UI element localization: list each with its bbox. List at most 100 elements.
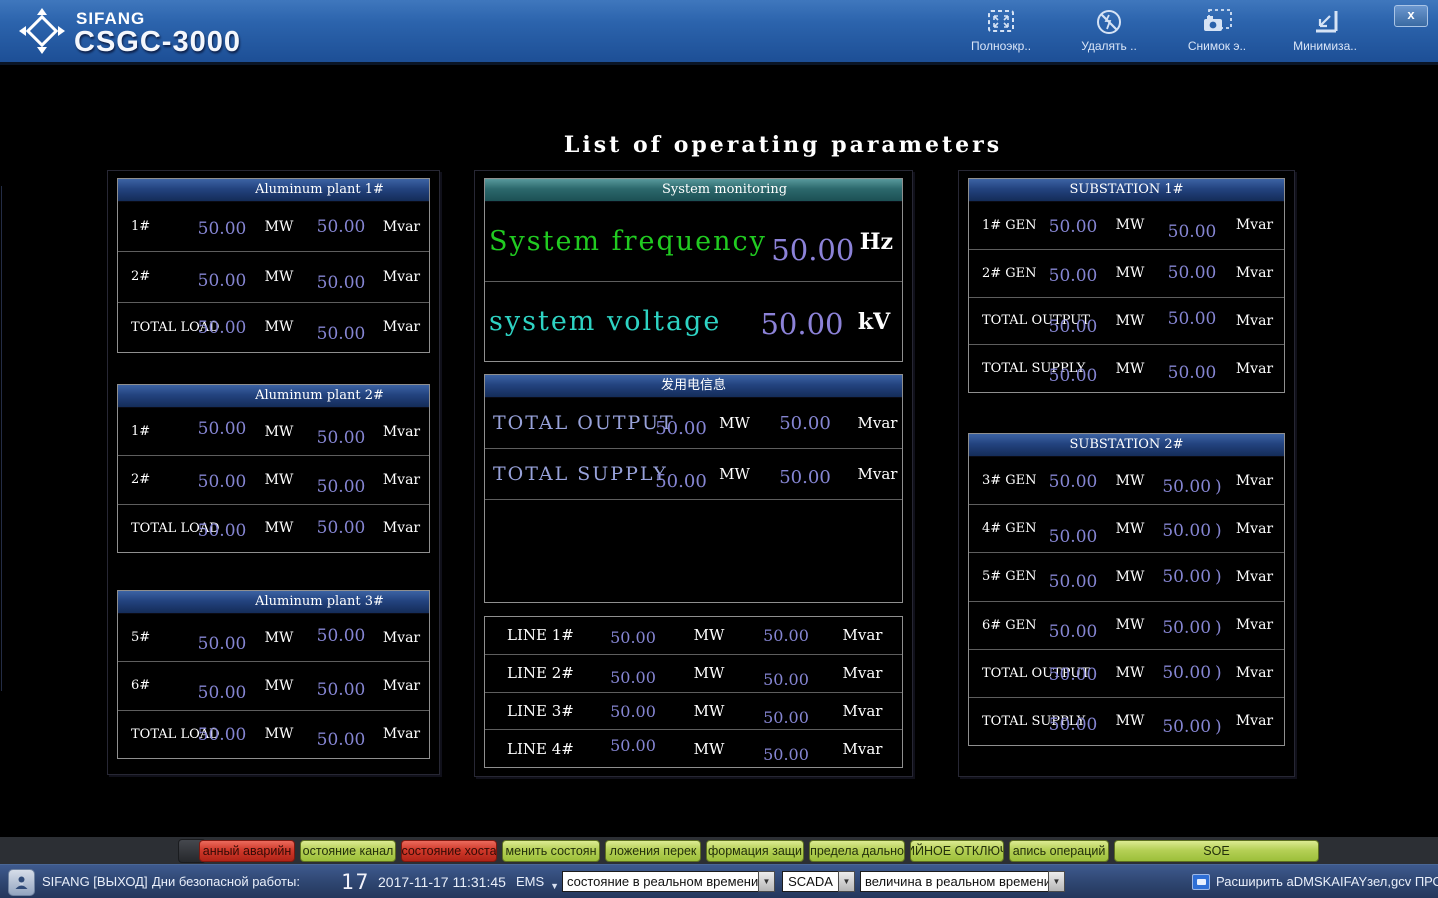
filter-tab[interactable]: апись операций	[1009, 840, 1109, 862]
sifang-logo-icon	[18, 7, 66, 60]
p-unit: MW	[250, 726, 308, 742]
p-value: 50.00	[194, 683, 250, 703]
snapshot-button[interactable]: Снимок э..	[1180, 5, 1254, 53]
toolbar: Полноэкр.. Удалять .. Снимо	[964, 5, 1362, 53]
fullscreen-button[interactable]: Полноэкр..	[964, 5, 1038, 53]
q-unit: Mvar	[823, 740, 902, 758]
q-unit: Mvar	[1225, 313, 1284, 329]
p-value: 50.00	[194, 219, 250, 239]
filter-tab[interactable]: предела дально	[809, 840, 905, 862]
p-unit: MW	[712, 414, 757, 432]
row-label: 2#	[118, 472, 194, 487]
bottom-tab-strip: анный аварийностояние каналсостояние хос…	[0, 837, 1438, 864]
no-flash-icon	[1094, 5, 1124, 39]
q-unit: Mvar	[853, 465, 902, 483]
q-suffix: )	[1215, 663, 1222, 683]
filter-tab[interactable]: состояние хоста	[401, 840, 497, 862]
q-unit: Mvar	[374, 319, 429, 335]
q-value: 50.00	[749, 626, 823, 645]
p-unit: MW	[669, 702, 749, 720]
fullscreen-icon	[986, 5, 1016, 39]
status-bar: SIFANG [ВЫХОД] Дни безопасной работы: 17…	[0, 864, 1438, 898]
chevron-down-icon[interactable]: ▼	[758, 871, 775, 892]
table-row: 6#50.00MW50.00Mvar	[118, 662, 429, 710]
p-value: 50.00	[650, 471, 712, 492]
chevron-down-icon[interactable]: ▼	[1048, 871, 1065, 892]
q-suffix: )	[1215, 521, 1222, 541]
measure-label: system voltage	[489, 306, 721, 337]
filter-tab[interactable]: формация защи	[706, 840, 804, 862]
q-value: 50.00	[308, 680, 374, 700]
filter-tab[interactable]: менить состоян	[502, 840, 600, 862]
chevron-down-icon[interactable]: ▼	[838, 871, 855, 892]
row-label: 5# GEN	[969, 569, 1045, 584]
q-value: 50.00)	[1159, 618, 1225, 638]
table-row: 2#50.00MW50.00Mvar	[118, 252, 429, 302]
p-unit: MW	[669, 626, 749, 644]
p-value: 50.00	[1045, 366, 1101, 386]
p-value: 50.00	[1045, 572, 1101, 592]
q-unit: Mvar	[853, 414, 902, 432]
filter-tab[interactable]: ложения перек	[605, 840, 701, 862]
p-value: 50.00	[597, 702, 669, 721]
p-unit: MW	[1101, 617, 1159, 633]
panel-aluminum-plant-3: Aluminum plant 3# 5#50.00MW50.00Mvar6#50…	[117, 590, 430, 759]
q-value: 50.00)	[1159, 567, 1225, 587]
panel-title: SUBSTATION 1#	[969, 179, 1284, 202]
table-row: TOTAL OUTPUT50.00MW50.00Mvar	[485, 398, 902, 449]
row-label: 4# GEN	[969, 521, 1045, 536]
table-row: TOTAL OUTPUT50.00MW50.00Mvar	[969, 298, 1284, 346]
q-unit: Mvar	[1225, 569, 1284, 585]
p-value: 50.00	[194, 634, 250, 654]
p-value: 50.00	[1045, 317, 1101, 337]
expand-task-item[interactable]: Расширить aDMSKAIFAYзел,gcv ПРОЛ	[1192, 865, 1438, 898]
filter-tab[interactable]: анный аварийн	[199, 840, 295, 862]
filter-tab[interactable]: остояние канал	[300, 840, 396, 862]
q-value: 50.00	[308, 730, 374, 750]
table-row: TOTAL LOAD50.00MW50.00Mvar	[118, 711, 429, 758]
q-unit: Mvar	[1225, 617, 1284, 633]
realtime-value-select[interactable]: величина в реальном времени ▼	[860, 871, 1065, 892]
row-label: 3# GEN	[969, 473, 1045, 488]
q-unit: Mvar	[374, 630, 429, 646]
monitor-row: System frequency50.00Hz	[485, 202, 902, 282]
realtime-state-select[interactable]: состояние в реальном времени ▼	[562, 871, 775, 892]
close-button[interactable]: x	[1394, 5, 1428, 27]
scada-select[interactable]: SCADA ▼	[782, 871, 855, 892]
q-suffix: )	[1215, 618, 1222, 638]
delete-button[interactable]: Удалять ..	[1072, 5, 1146, 53]
q-value: 50.00	[308, 626, 374, 646]
measure-label: System frequency	[489, 226, 767, 257]
row-label: 1#	[118, 424, 194, 439]
q-value: 50.00	[757, 413, 853, 434]
p-value: 50.00	[194, 419, 250, 439]
datetime: 2017-11-17 11:31:45	[378, 865, 506, 898]
q-unit: Mvar	[374, 520, 429, 536]
fullscreen-label: Полноэкр..	[971, 39, 1031, 53]
filter-tab[interactable]: ИЙНОЕ ОТКЛЮЧ	[910, 840, 1004, 862]
table-row: 1# GEN50.00MW50.00Mvar	[969, 202, 1284, 250]
p-value: 50.00	[1045, 665, 1101, 685]
minimize-button[interactable]: Минимиза..	[1288, 5, 1362, 53]
table-row: TOTAL SUPPLY50.00MW50.00)Mvar	[969, 698, 1284, 745]
panel-system-monitoring: System monitoring System frequency50.00H…	[484, 178, 903, 362]
row-label: 1#	[118, 219, 194, 234]
p-unit: MW	[250, 319, 308, 335]
table-row: 2# GEN50.00MW50.00Mvar	[969, 250, 1284, 298]
mode-dropdown[interactable]: EMS ▼	[516, 865, 559, 898]
q-unit: Mvar	[1225, 265, 1284, 281]
monitor-row: system voltage50.00kV	[485, 282, 902, 361]
table-row: 5# GEN50.00MW50.00)Mvar	[969, 553, 1284, 601]
p-unit: MW	[1101, 361, 1159, 377]
table-row: 2#50.00MW50.00Mvar	[118, 456, 429, 504]
q-unit: Mvar	[823, 626, 902, 644]
p-value: 50.00	[597, 668, 669, 687]
table-row: LINE 4#50.00MW50.00Mvar	[485, 730, 902, 767]
q-value: 50.00)	[1159, 521, 1225, 541]
table-row: TOTAL SUPPLY50.00MW50.00Mvar	[969, 345, 1284, 392]
row-label: TOTAL OUTPUT	[485, 412, 650, 434]
p-unit: MW	[250, 472, 308, 488]
user-avatar[interactable]	[8, 869, 35, 896]
filter-tab[interactable]: SOE	[1114, 840, 1319, 862]
p-unit: MW	[250, 630, 308, 646]
